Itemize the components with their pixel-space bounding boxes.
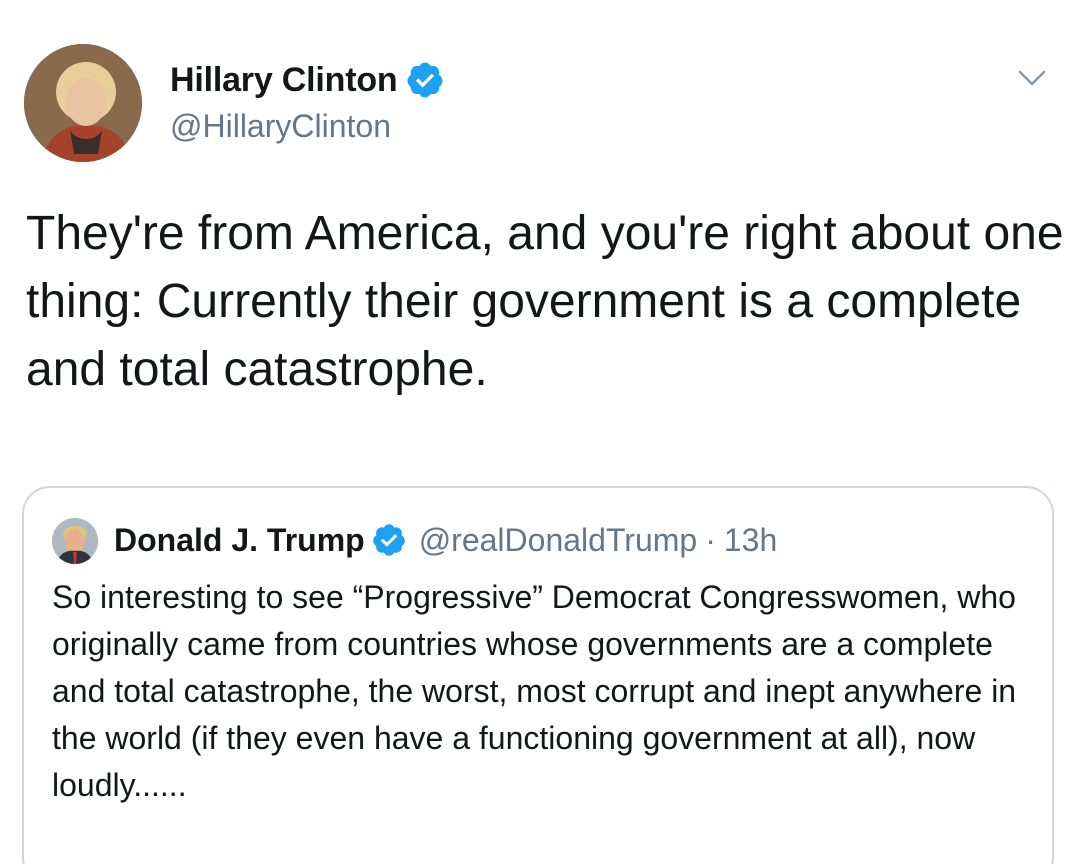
quoted-tweet-text: So interesting to see “Progressive” Demo… (52, 579, 1017, 803)
author-name[interactable]: Hillary Clinton (170, 61, 398, 100)
chevron-down-icon[interactable] (1012, 58, 1052, 98)
author-handle[interactable]: @HillaryClinton (170, 108, 391, 145)
quoted-author-avatar[interactable] (52, 518, 98, 564)
quoted-author-name[interactable]: Donald J. Trump (114, 522, 365, 559)
quoted-tweet-card[interactable]: Donald J. Trump @realDonaldTrump · 13h S… (22, 486, 1054, 864)
tweet: Hillary Clinton @HillaryClinton They're … (0, 0, 1080, 864)
author-name-row: Hillary Clinton (170, 58, 445, 102)
author-avatar[interactable] (24, 44, 142, 162)
avatar-photo-icon (52, 518, 98, 564)
quoted-author-handle[interactable]: @realDonaldTrump (419, 522, 698, 559)
verified-badge-icon (407, 62, 443, 98)
avatar-photo-icon (24, 44, 142, 162)
separator-dot: · (705, 521, 716, 558)
tweet-text: They're from America, and you're right a… (26, 207, 1064, 396)
quoted-tweet-header: Donald J. Trump @realDonaldTrump · 13h (114, 516, 777, 564)
quoted-tweet-time[interactable]: 13h (724, 522, 777, 559)
verified-badge-icon (372, 524, 405, 556)
